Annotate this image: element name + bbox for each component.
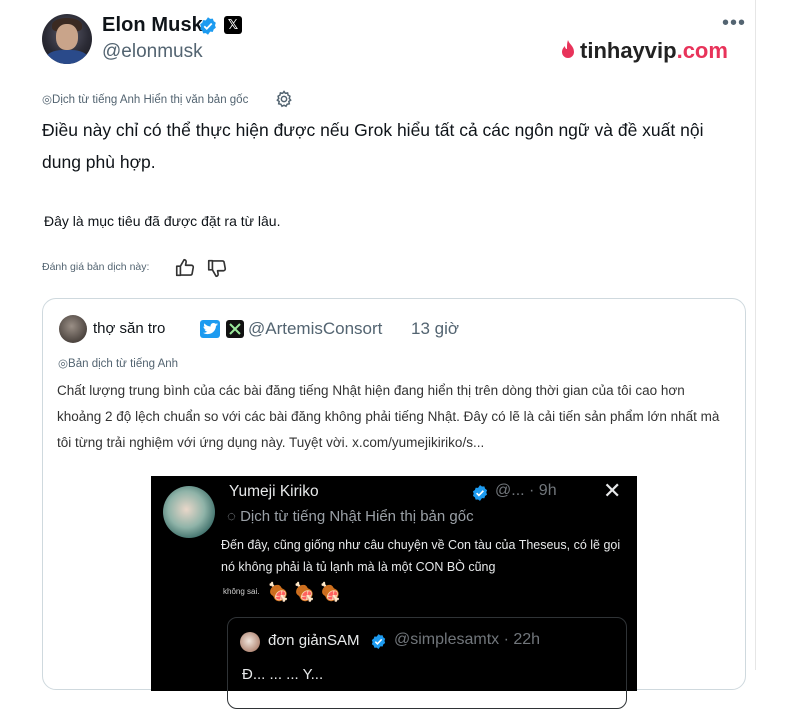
thumbs-down-icon[interactable] [206, 257, 228, 279]
quoted-post[interactable]: thợ săn tro @ArtemisConsort 13 giờ ◎Bản … [42, 298, 746, 709]
inner-author-avatar [240, 632, 260, 652]
verified-badge-icon [371, 634, 386, 649]
x-affiliation-icon: 𝕏 [224, 16, 242, 34]
embedded-inner-quote: đơn giảnSAM @simplesamtx · 22h Đ... ... … [227, 617, 627, 709]
translation-notice[interactable]: ◎Dịch từ tiếng Anh Hiển thị văn bản gốc [42, 92, 248, 106]
quoted-post-text: Chất lượng trung bình của các bài đăng t… [57, 383, 720, 450]
meat-emoji-icon: 🍖 [267, 582, 290, 602]
watermark-suffix: .com [676, 38, 728, 63]
embedded-author-name: Yumeji Kiriko [229, 483, 319, 500]
embedded-translation-notice: ◌ Dịch từ tiếng Nhật Hiển thị bản gốc [227, 508, 474, 525]
quoted-author-name[interactable]: thợ săn tro [93, 320, 165, 337]
author-name[interactable]: Elon Musk [102, 14, 203, 37]
watermark-brand: tinhayvip [580, 38, 677, 63]
post-card: Elon Musk 𝕏 @elonmusk ••• tinhayvip.com … [10, 0, 756, 709]
watermark-logo: tinhayvip.com [558, 38, 728, 64]
quoted-author-handle[interactable]: @ArtemisConsort [248, 319, 382, 339]
x-logo-icon [226, 320, 244, 338]
translated-post-subtext: Đây là mục tiêu đã được đặt ra từ lâu. [44, 213, 281, 229]
watermark-flame-icon [558, 39, 578, 61]
gear-icon[interactable] [274, 89, 294, 109]
inner-author-name: đơn giảnSAM [268, 632, 360, 649]
x-logo-icon: ✕ [603, 478, 622, 503]
author-avatar[interactable] [42, 14, 92, 64]
verified-badge-icon [200, 17, 216, 35]
author-handle[interactable]: @elonmusk [102, 41, 203, 63]
more-options-icon[interactable]: ••• [722, 12, 746, 35]
embedded-post-text: Đến đây, cũng giống như câu chuyện về Co… [221, 538, 621, 574]
verified-badge-icon [472, 485, 488, 501]
embedded-author-handle: @... · 9h [495, 482, 557, 499]
meat-emoji-icon: 🍖 [293, 582, 316, 602]
quoted-post-time[interactable]: 13 giờ [411, 319, 459, 339]
thumbs-up-icon[interactable] [174, 257, 196, 279]
embedded-screenshot[interactable]: Yumeji Kiriko @... · 9h ✕ ◌ Dịch từ tiến… [151, 476, 637, 709]
quoted-translation-notice: ◎Bản dịch từ tiếng Anh [58, 358, 179, 370]
embedded-post-small-text: không sai. [223, 587, 260, 596]
rate-translation-label: Đánh giá bản dịch này: [42, 261, 150, 273]
inner-post-text: Đ... ... ... Y... [242, 666, 324, 683]
twitter-bird-icon [200, 320, 220, 338]
translated-post-text: Điều này chỉ có thể thực hiện được nếu G… [42, 120, 704, 172]
quoted-author-avatar[interactable] [59, 315, 87, 343]
inner-author-handle: @simplesamtx · 22h [394, 631, 541, 648]
meat-emoji-icon: 🍖 [319, 582, 342, 602]
embedded-author-avatar [163, 486, 215, 538]
